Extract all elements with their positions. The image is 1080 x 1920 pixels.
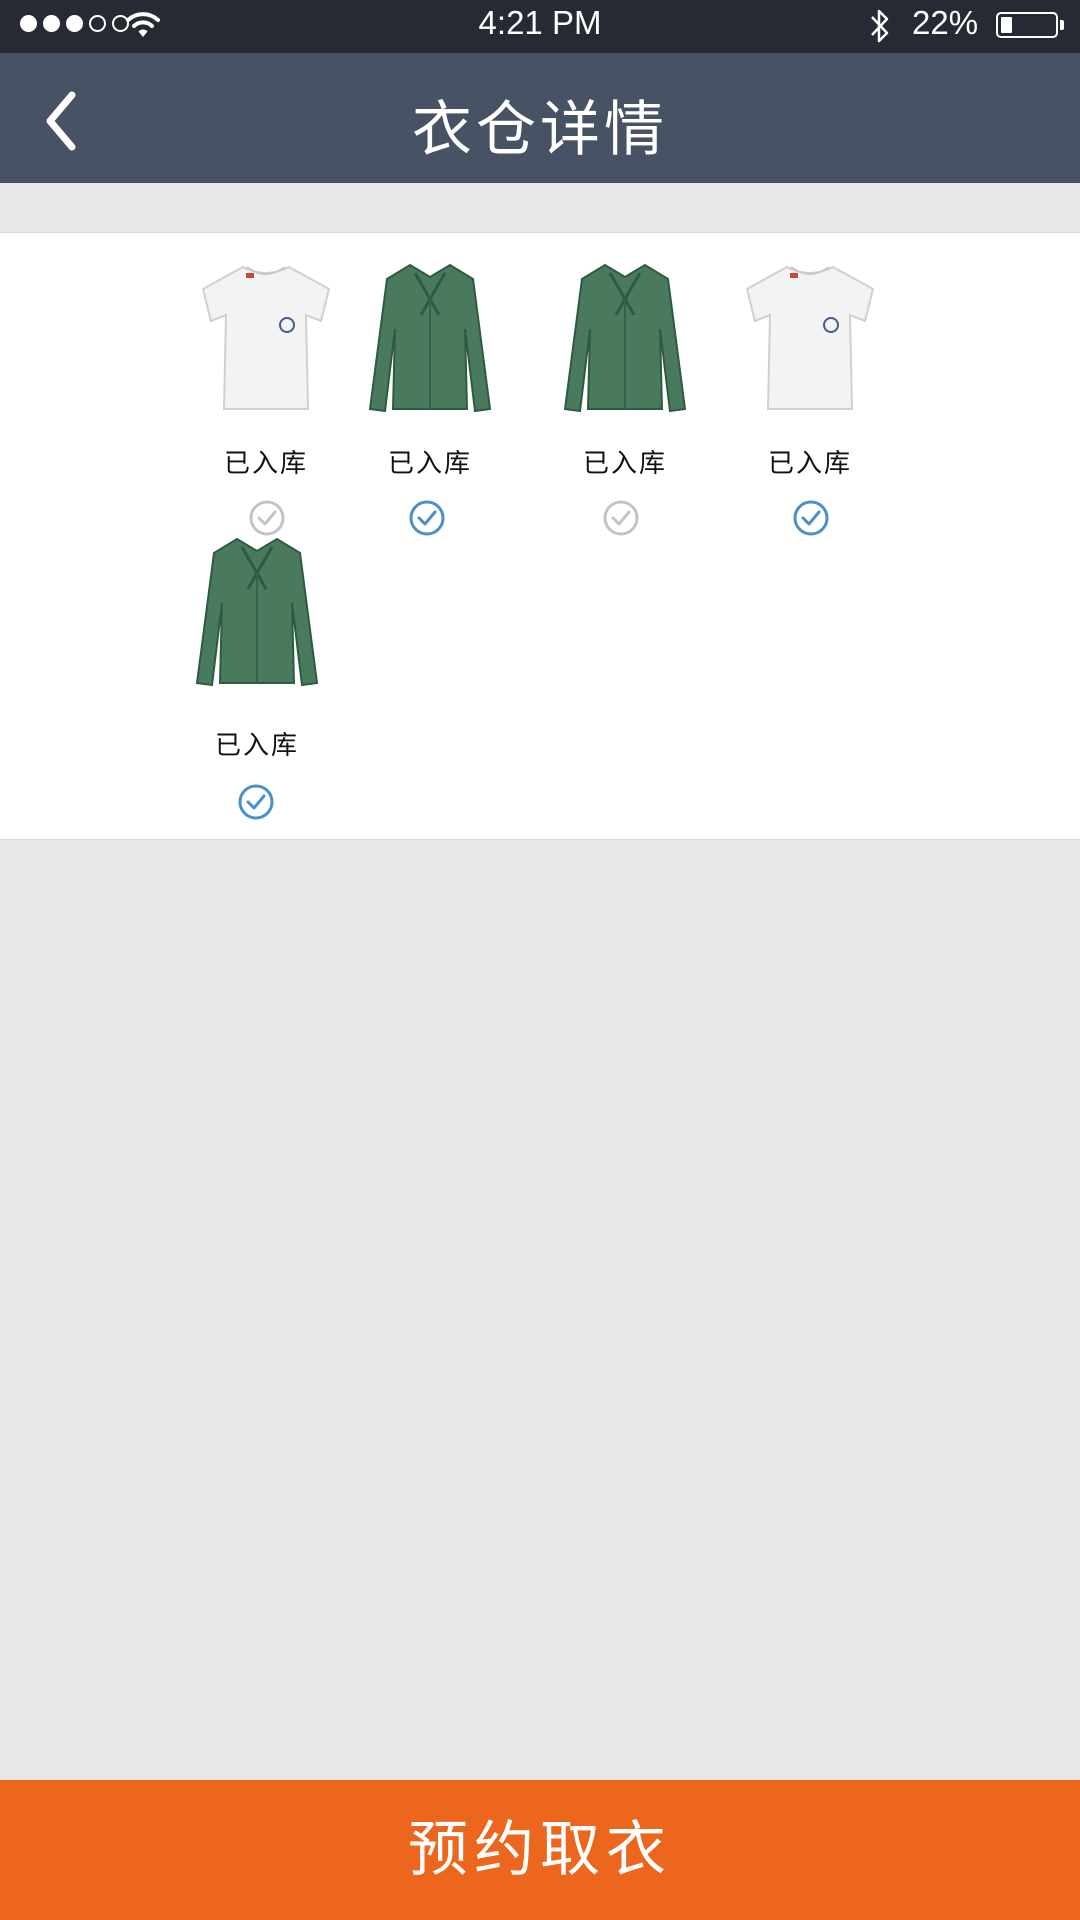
nav-bar: 衣仓详情 — [0, 53, 1080, 183]
item-status-label: 已入库 — [214, 731, 299, 761]
bluetooth-icon — [871, 9, 889, 43]
check-circle-icon[interactable] — [792, 499, 830, 537]
battery-nub — [1060, 20, 1064, 30]
item-status-label: 已入库 — [223, 449, 308, 479]
green-blouse-image — [368, 263, 492, 413]
green-blouse-image — [195, 537, 319, 687]
battery-icon — [996, 12, 1058, 38]
green-blouse-image — [563, 263, 687, 413]
wardrobe-items-panel: 已入库 已入库 已入库 已入库 已入库 — [0, 232, 1080, 840]
check-circle-icon[interactable] — [248, 499, 286, 537]
item-status-label: 已入库 — [767, 449, 852, 479]
check-circle-icon[interactable] — [602, 499, 640, 537]
battery-percent: 22% — [912, 4, 979, 41]
page-title: 衣仓详情 — [412, 95, 668, 165]
check-circle-icon[interactable] — [237, 783, 275, 821]
white-tshirt-image — [201, 265, 331, 410]
schedule-pickup-button[interactable]: 预约取衣 — [0, 1780, 1080, 1920]
white-tshirt-image — [745, 265, 875, 410]
status-bar: 4:21 PM 22% — [0, 0, 1080, 53]
item-status-label: 已入库 — [387, 449, 472, 479]
battery-fill — [1001, 17, 1012, 33]
item-status-label: 已入库 — [582, 449, 667, 479]
check-circle-icon[interactable] — [408, 499, 446, 537]
